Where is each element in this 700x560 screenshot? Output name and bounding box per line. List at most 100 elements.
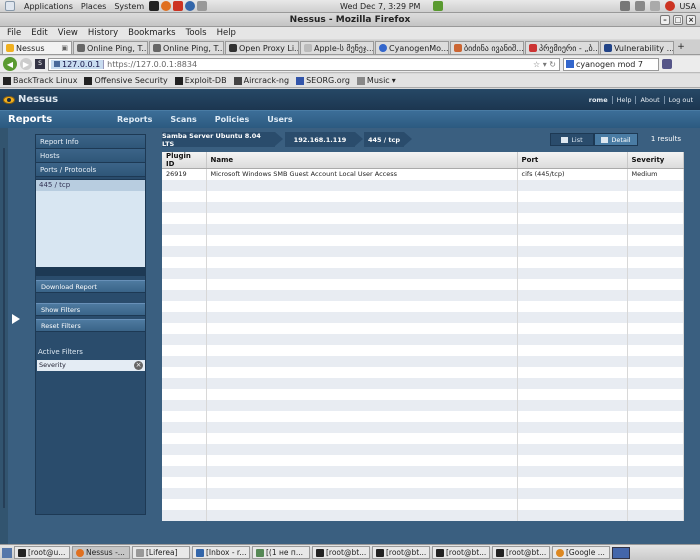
menu-edit[interactable]: Edit — [26, 28, 52, 38]
empty-cell — [627, 212, 684, 224]
power-icon[interactable] — [665, 1, 676, 11]
site-identity-button[interactable]: 127.0.0.1 — [51, 59, 105, 69]
column-header-severity[interactable]: Severity — [627, 152, 684, 169]
empty-cell — [627, 278, 684, 290]
filter-chip-severity[interactable]: Severity × — [37, 360, 145, 371]
back-button[interactable]: ◀ — [3, 57, 17, 71]
maximize-button[interactable]: □ — [673, 15, 683, 25]
header-logout-link[interactable]: Log out — [663, 95, 697, 104]
reset-filters-button[interactable]: Reset Filters — [36, 319, 145, 332]
bookmark-seorg[interactable]: SEORG.org — [296, 76, 350, 85]
collapse-sidebar-icon[interactable] — [12, 314, 20, 324]
bookmark-star-icon[interactable]: ☆ ▾ ↻ — [533, 60, 556, 69]
browser-tab[interactable]: Vulnerability ... — [600, 41, 674, 54]
battery-icon[interactable] — [650, 1, 661, 11]
tab-reports[interactable]: Reports — [108, 115, 161, 124]
search-engine-icon[interactable] — [566, 60, 574, 68]
system-menu[interactable]: System — [110, 2, 148, 11]
taskbar-window-button[interactable]: Nessus -... — [72, 546, 130, 559]
show-desktop-icon[interactable] — [2, 547, 12, 558]
taskbar-window-button[interactable]: [Liferea] — [132, 546, 190, 559]
column-header-port[interactable]: Port — [517, 152, 628, 169]
download-report-button[interactable]: Download Report — [36, 280, 145, 293]
browser-tab[interactable]: CyanogenMo... — [375, 41, 449, 54]
table-row[interactable]: 26919 Microsoft Windows SMB Guest Accoun… — [162, 168, 684, 180]
bookmark-folder-music[interactable]: Music ▾ — [356, 76, 396, 85]
taskbar-window-button[interactable]: [(1 не п... — [252, 546, 310, 559]
terminal-launcher-icon[interactable] — [149, 1, 160, 11]
taskbar-window-button[interactable]: [root@u... — [14, 546, 70, 559]
empty-table-row — [162, 311, 684, 323]
empty-cell — [627, 421, 684, 433]
volume-icon[interactable] — [620, 1, 631, 11]
show-filters-button[interactable]: Show Filters — [36, 303, 145, 316]
addon-icon[interactable] — [662, 59, 672, 69]
menu-help[interactable]: Help — [212, 28, 241, 38]
list-item-port[interactable]: 445 / tcp — [36, 180, 145, 191]
column-header-name[interactable]: Name — [206, 152, 518, 169]
thunderbird-launcher-icon[interactable] — [185, 1, 196, 11]
taskbar-window-button[interactable]: [root@bt... — [312, 546, 370, 559]
header-about-link[interactable]: About — [635, 95, 663, 104]
taskbar-window-button[interactable]: [root@bt... — [492, 546, 550, 559]
tab-close-icon[interactable]: ▣ — [61, 44, 68, 52]
taskbar-window-button[interactable]: [root@bt... — [432, 546, 490, 559]
breadcrumb-host-group[interactable]: Samba Server Ubuntu 8.04 LTS — [162, 132, 283, 148]
sidebar-item-ports-protocols[interactable]: Ports / Protocols — [36, 163, 145, 177]
header-username[interactable]: rome — [585, 96, 612, 104]
empty-cell — [627, 201, 684, 213]
bookmark-aircrack[interactable]: Aircrack-ng — [233, 76, 289, 85]
minimize-button[interactable]: – — [660, 15, 670, 25]
remove-filter-icon[interactable]: × — [134, 361, 143, 370]
header-help-link[interactable]: Help — [611, 95, 636, 104]
search-bar[interactable]: cyanogen mod 7 — [563, 57, 659, 71]
keyboard-layout-indicator[interactable]: USA — [679, 2, 696, 11]
network-applet-icon[interactable] — [433, 1, 443, 11]
url-bar[interactable]: 127.0.0.1 https://127.0.0.1:8834 ☆ ▾ ↻ — [48, 57, 560, 71]
tab-policies[interactable]: Policies — [206, 115, 259, 124]
panel-clock[interactable]: Wed Dec 7, 3:29 PM — [340, 2, 420, 11]
applications-menu[interactable]: Applications — [20, 2, 77, 11]
list-view-button[interactable]: List — [550, 133, 594, 146]
sidebar-item-report-info[interactable]: Report Info — [36, 135, 145, 149]
breadcrumb-host-ip[interactable]: 192.168.1.119 — [285, 132, 363, 147]
app-launcher-icon[interactable] — [173, 1, 184, 11]
browser-tab[interactable]: Open Proxy Li... — [225, 41, 299, 54]
scroll-edge[interactable] — [0, 128, 8, 544]
bookmark-backtrack[interactable]: BackTrack Linux — [3, 76, 77, 85]
menu-file[interactable]: File — [2, 28, 26, 38]
menu-view[interactable]: View — [53, 28, 83, 38]
places-menu[interactable]: Places — [77, 2, 110, 11]
browser-tab[interactable]: Nessus ▣ — [2, 41, 72, 54]
settings-launcher-icon[interactable] — [197, 1, 208, 11]
tab-users[interactable]: Users — [258, 115, 301, 124]
browser-tab[interactable]: Online Ping, T... — [149, 41, 224, 54]
bookmark-offensive-security[interactable]: Offensive Security — [84, 76, 168, 85]
browser-tab[interactable]: Apple-ს მენეჯ... — [300, 41, 374, 54]
forward-button[interactable]: ▶ — [20, 58, 32, 70]
taskbar-window-button[interactable]: [Google ... — [552, 546, 610, 559]
firefox-launcher-icon[interactable] — [161, 1, 172, 11]
workspace-switcher[interactable] — [612, 546, 630, 559]
breadcrumb-port[interactable]: 445 / tcp — [364, 132, 412, 147]
menu-bookmarks[interactable]: Bookmarks — [123, 28, 181, 38]
empty-cell — [517, 487, 628, 499]
gnome-foot-icon[interactable] — [0, 1, 20, 11]
close-window-button[interactable]: × — [686, 15, 696, 25]
detail-view-button[interactable]: Detail — [594, 133, 638, 146]
search-input[interactable]: cyanogen mod 7 — [576, 60, 643, 69]
sidebar-item-hosts[interactable]: Hosts — [36, 149, 145, 163]
browser-tab[interactable]: პრემიერი - „ბ... — [525, 41, 599, 54]
menu-tools[interactable]: Tools — [181, 28, 212, 38]
menu-history[interactable]: History — [83, 28, 123, 38]
browser-tab[interactable]: Online Ping, T... — [73, 41, 148, 54]
browser-tab[interactable]: ბიძინა ივანიშ... — [450, 41, 524, 54]
taskbar-window-button[interactable]: [root@bt... — [372, 546, 430, 559]
bookmark-exploit-db[interactable]: Exploit-DB — [174, 76, 227, 85]
taskbar-window-button[interactable]: [Inbox - r... — [192, 546, 250, 559]
tab-favicon-icon — [77, 44, 85, 52]
column-header-plugin-id[interactable]: Plugin ID — [162, 152, 207, 169]
tab-scans[interactable]: Scans — [161, 115, 205, 124]
network-icon[interactable] — [635, 1, 646, 11]
new-tab-icon[interactable]: + — [675, 41, 687, 54]
